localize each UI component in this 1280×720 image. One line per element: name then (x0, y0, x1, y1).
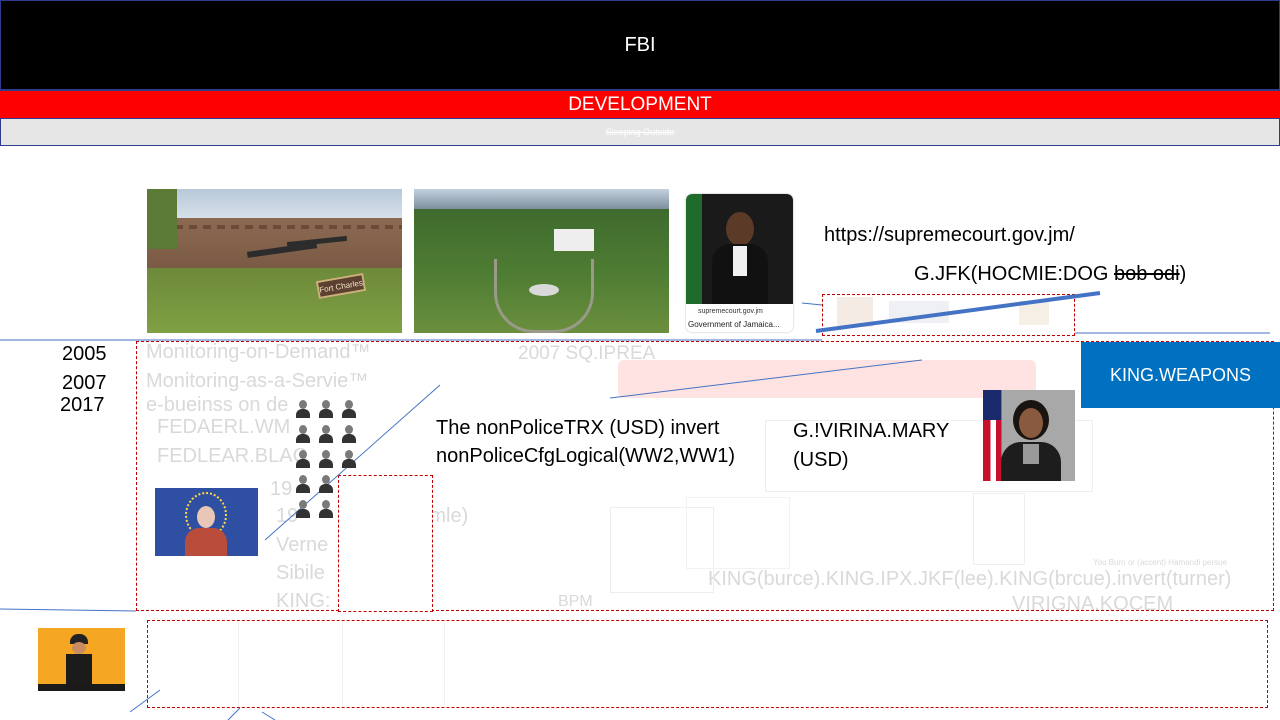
bottom-dashed-strip (147, 620, 1268, 708)
verne: Verne (276, 534, 329, 556)
faint-red-bar (618, 360, 1036, 398)
sibile: Sibile (276, 562, 325, 584)
gjfk-suffix: ) (1179, 263, 1187, 285)
headshot (295, 450, 311, 468)
faint-box-4 (973, 493, 1025, 565)
headshot (295, 475, 311, 493)
development-banner: DEVELOPMENT (0, 90, 1280, 118)
virina-line-1: G.!VIRINA.MARY (793, 420, 950, 442)
fedaerl: FEDAERL.WM (157, 416, 291, 438)
faint-box-2 (686, 497, 790, 569)
aerial-building-photo (414, 189, 669, 333)
monitoring-demand: Monitoring-on-Demand™ (146, 341, 371, 363)
strikethrough-note: Sleeping Outside (0, 118, 1280, 146)
year-2007: 2007 (62, 372, 107, 394)
headshot (318, 500, 334, 518)
headshot (318, 475, 334, 493)
year-2005: 2005 (62, 343, 107, 365)
judge-card-caption: Government of Jamaica... (688, 320, 780, 329)
king-weapons-button[interactable]: KING.WEAPONS (1081, 342, 1280, 408)
year-2017: 2017 (60, 394, 105, 416)
ebusiness: e-bueinss on de (146, 394, 289, 416)
line-bottom-left (0, 608, 137, 612)
you-burn: You Burn or (accent) Hamandi persue (1093, 558, 1227, 567)
police-line-2: nonPoliceCfgLogical(WW2,WW1) (436, 445, 735, 467)
bpm: BPM (558, 593, 593, 610)
supremecourt-url[interactable]: https://supremecourt.gov.jm/ (824, 224, 1075, 247)
headshot (341, 400, 357, 418)
fedlear: FEDLEAR.BLAC (157, 445, 308, 467)
police-line-1: The nonPoliceTRX (USD) invert (436, 417, 720, 439)
gjfk-prefix: G.JFK(HOCMIE:DOG (914, 263, 1114, 285)
king-chain: KING(burce).KING.IPX.JKF(lee).KING(brcue… (708, 568, 1232, 590)
headshot (341, 425, 357, 443)
headshot (295, 425, 311, 443)
fort-charles-photo: Fort Charles (147, 189, 402, 333)
judge-card: supremecourt.gov.jm Government of Jamaic… (686, 194, 793, 332)
fort-charles-sign: Fort Charles (315, 272, 367, 300)
king-colon: KING: (276, 590, 331, 612)
virina-line-2: (USD) (793, 449, 849, 471)
headshot (318, 450, 334, 468)
judge-portrait (686, 194, 793, 304)
eu-leader-photo (155, 488, 258, 556)
headshot-faces (295, 400, 365, 524)
gjfk-struck: bob odi (1114, 263, 1180, 285)
monitoring-service: Monitoring-as-a-Servie™ (146, 370, 369, 392)
headshot (341, 450, 357, 468)
line-bottom-tick-3 (261, 711, 276, 720)
headshot (295, 500, 311, 518)
virigna: VIRIGNA.KOCEM (1012, 593, 1174, 615)
headshot (295, 400, 311, 418)
upper-thumbnail-box (822, 294, 1075, 336)
headshot (318, 400, 334, 418)
line-card-tick (801, 302, 823, 306)
header-title: FBI (0, 0, 1280, 90)
gjfk-annotation: G.JFK(HOCMIE:DOG bob odi) (914, 263, 1186, 286)
judge-card-site[interactable]: supremecourt.gov.jm (698, 308, 763, 315)
official-portrait (983, 390, 1075, 481)
line-bottom-tick-2 (227, 707, 241, 720)
headshot (318, 425, 334, 443)
performer-photo (38, 628, 125, 691)
